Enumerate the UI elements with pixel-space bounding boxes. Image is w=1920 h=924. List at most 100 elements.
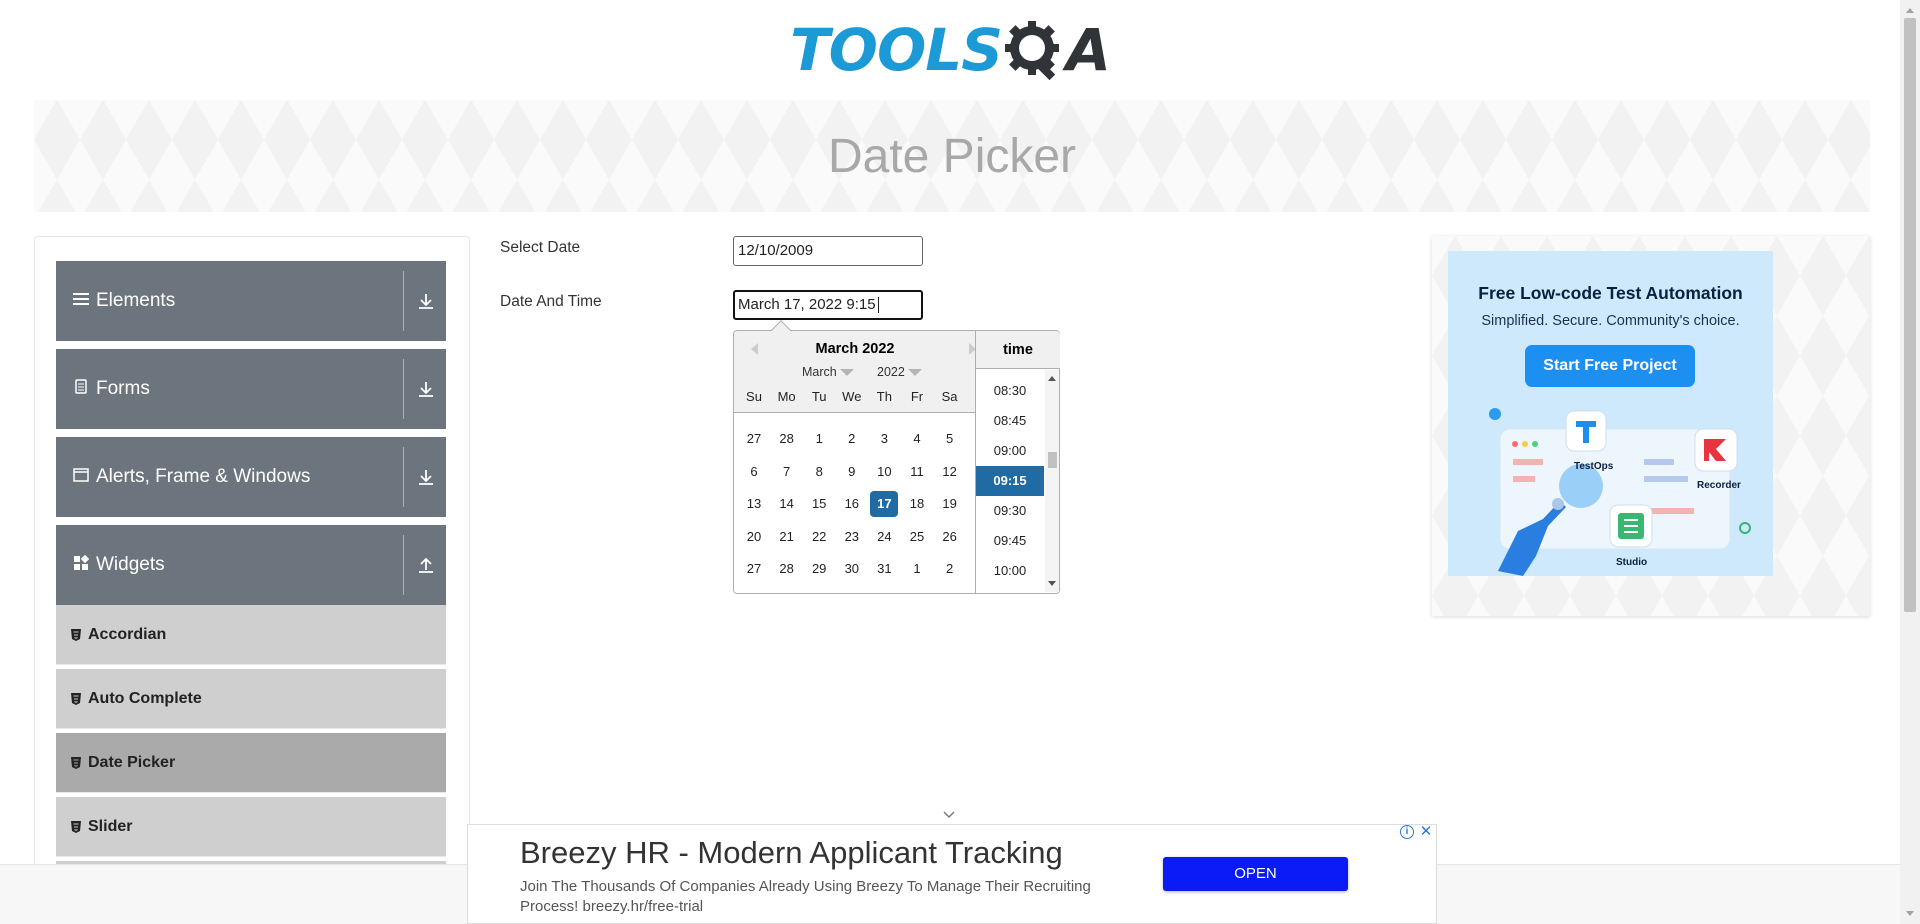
- weekday-label: Tu: [811, 389, 827, 404]
- time-slot[interactable]: 09:00: [976, 436, 1044, 466]
- calendar-day[interactable]: 18: [903, 491, 931, 517]
- sidebar-item-slider[interactable]: Slider: [56, 797, 446, 857]
- year-select-value: 2022: [877, 365, 905, 379]
- calendar-day[interactable]: 10: [870, 459, 898, 485]
- toolsqa-logo[interactable]: TOOLS A: [790, 16, 1111, 84]
- calendar-day[interactable]: 4: [903, 426, 931, 452]
- calendar-day[interactable]: 1: [903, 556, 931, 582]
- hamburger-icon: [72, 292, 90, 311]
- time-slot[interactable]: 08:45: [976, 406, 1044, 436]
- calendar-day[interactable]: 12: [936, 459, 964, 485]
- sidebar-item-label: Auto Complete: [88, 689, 202, 707]
- calendar-day[interactable]: 24: [870, 524, 898, 550]
- month-select[interactable]: March: [802, 365, 854, 379]
- calendar-day[interactable]: 28: [773, 426, 801, 452]
- divider: [403, 271, 404, 331]
- weekday-label: Sa: [941, 389, 958, 404]
- calendar-day[interactable]: 2: [936, 556, 964, 582]
- html5-icon: [71, 628, 81, 641]
- sidebar-item-auto-complete[interactable]: Auto Complete: [56, 669, 446, 729]
- calendar-day[interactable]: 15: [805, 491, 833, 517]
- calendar-day[interactable]: 26: [936, 524, 964, 550]
- time-slot[interactable]: 09:15: [976, 466, 1044, 496]
- date-time-picker-popup: March 2022 March 2022 Su Mo Tu We Th Fr Sa 27 2…: [733, 320, 1060, 594]
- window-icon: [72, 467, 90, 487]
- calendar-day[interactable]: 3: [870, 426, 898, 452]
- header: TOOLS A: [0, 0, 1900, 100]
- calendar-day[interactable]: 13: [740, 491, 768, 517]
- calendar-day[interactable]: 7: [773, 459, 801, 485]
- start-free-project-button[interactable]: Start Free Project: [1525, 345, 1695, 387]
- time-slot[interactable]: 08:30: [976, 376, 1044, 406]
- gear-magnifier-icon: [1005, 21, 1059, 80]
- page-scrollbar[interactable]: [1900, 0, 1920, 924]
- html5-icon: [71, 820, 81, 833]
- calendar-day[interactable]: 27: [740, 426, 768, 452]
- ad-close-icon[interactable]: ✕: [1418, 824, 1434, 841]
- calendar-day[interactable]: 5: [936, 426, 964, 452]
- scroll-thumb[interactable]: [1048, 452, 1057, 468]
- logo-text-a: A: [1066, 16, 1111, 84]
- calendar-day[interactable]: 20: [740, 524, 768, 550]
- sidebar-item-date-picker[interactable]: Date Picker: [56, 733, 446, 793]
- weekday-label: Fr: [910, 389, 924, 404]
- select-date-input[interactable]: 12/10/2009: [733, 236, 923, 266]
- chevron-down-icon[interactable]: [942, 808, 956, 822]
- sidebar-group-widgets[interactable]: Widgets: [56, 525, 446, 605]
- scroll-up-icon[interactable]: [1906, 8, 1914, 13]
- calendar-day[interactable]: 9: [838, 459, 866, 485]
- year-select[interactable]: 2022: [877, 365, 922, 379]
- ad-open-button[interactable]: OPEN: [1163, 857, 1348, 891]
- calendar-day[interactable]: 25: [903, 524, 931, 550]
- document-icon: [72, 379, 90, 399]
- time-slot[interactable]: 10:00: [976, 556, 1044, 586]
- scroll-down-icon[interactable]: [1048, 581, 1056, 586]
- calendar-day[interactable]: 27: [740, 556, 768, 582]
- ad-info-icon[interactable]: i: [1400, 825, 1414, 839]
- calendar-day[interactable]: 23: [838, 524, 866, 550]
- download-arrow-icon[interactable]: [416, 467, 436, 487]
- sidebar-group-label: Forms: [96, 378, 150, 399]
- calendar-day[interactable]: 21: [773, 524, 801, 550]
- chevron-down-icon: [839, 369, 854, 377]
- calendar-day[interactable]: 16: [838, 491, 866, 517]
- date-time-input[interactable]: March 17, 2022 9:15: [733, 290, 923, 320]
- divider: [403, 447, 404, 507]
- calendar-day[interactable]: 29: [805, 556, 833, 582]
- sidebar-group-label: Widgets: [96, 554, 165, 575]
- calendar-day[interactable]: 19: [936, 491, 964, 517]
- download-arrow-icon[interactable]: [416, 291, 436, 311]
- sidebar-item-accordian[interactable]: Accordian: [56, 605, 446, 665]
- sidebar-item-label: Date Picker: [88, 753, 176, 771]
- scroll-down-icon[interactable]: [1906, 911, 1914, 916]
- calendar-day[interactable]: 31: [870, 556, 898, 582]
- divider: [403, 359, 404, 419]
- ad-subtitle: Simplified. Secure. Community's choice.: [1481, 313, 1740, 329]
- ad-headline[interactable]: Breezy HR - Modern Applicant Tracking: [520, 835, 1063, 871]
- calendar-day[interactable]: 14: [773, 491, 801, 517]
- calendar-day[interactable]: 8: [805, 459, 833, 485]
- bottom-advertisement[interactable]: Breezy HR - Modern Applicant Tracking Jo…: [467, 824, 1437, 924]
- right-advertisement: Free Low-code Test Automation Simplified…: [1432, 236, 1870, 616]
- calendar-day[interactable]: 28: [773, 556, 801, 582]
- time-slot[interactable]: 09:45: [976, 526, 1044, 556]
- katalon-ad-card[interactable]: Free Low-code Test Automation Simplified…: [1448, 251, 1773, 576]
- calendar-day[interactable]: 22: [805, 524, 833, 550]
- sidebar-group-alerts[interactable]: Alerts, Frame & Windows: [56, 437, 446, 517]
- calendar-day[interactable]: 30: [838, 556, 866, 582]
- time-scrollbar[interactable]: [1045, 370, 1059, 592]
- calendar-day[interactable]: 6: [740, 459, 768, 485]
- scroll-thumb[interactable]: [1904, 18, 1916, 612]
- time-slot[interactable]: 09:30: [976, 496, 1044, 526]
- sidebar-group-forms[interactable]: Forms: [56, 349, 446, 429]
- calendar-day[interactable]: 1: [805, 426, 833, 452]
- calendar-header: March 2022 March 2022 Su Mo Tu We Th Fr Sa: [734, 331, 976, 413]
- calendar-day[interactable]: 2: [838, 426, 866, 452]
- calendar-day[interactable]: 11: [903, 459, 931, 485]
- calendar-day[interactable]: 17: [870, 491, 899, 518]
- weekday-label: Mo: [777, 389, 796, 404]
- scroll-up-icon[interactable]: [1048, 376, 1056, 381]
- download-arrow-icon[interactable]: [416, 379, 436, 399]
- sidebar-group-elements[interactable]: Elements: [56, 261, 446, 341]
- upload-arrow-icon[interactable]: [416, 555, 436, 575]
